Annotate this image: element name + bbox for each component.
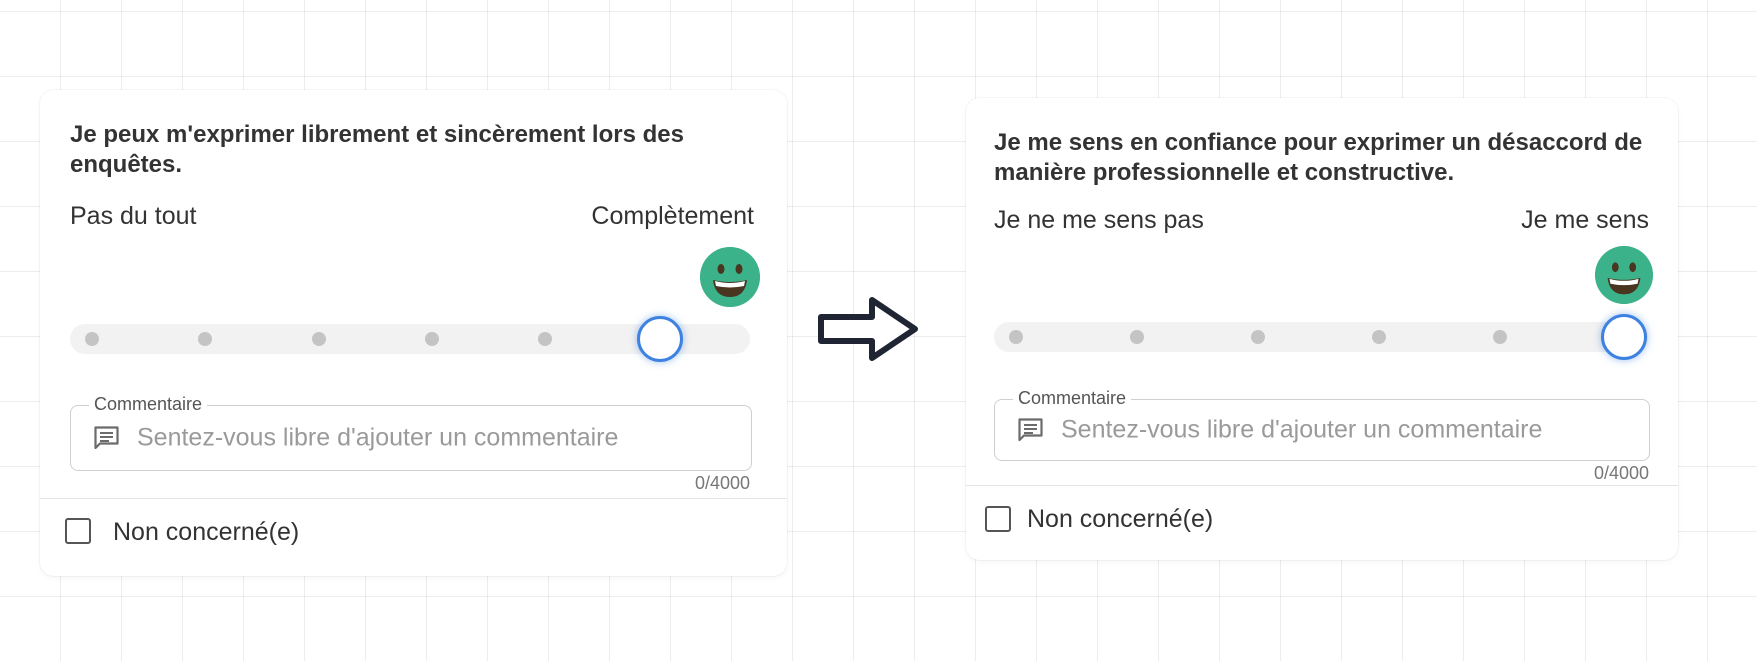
comment-field-label: Commentaire xyxy=(89,394,208,415)
comment-input[interactable] xyxy=(137,423,727,453)
arrow-right-icon xyxy=(818,297,918,361)
scale-step-3[interactable] xyxy=(1251,330,1265,344)
scale-step-5[interactable] xyxy=(1493,330,1507,344)
scale-step-1[interactable] xyxy=(85,332,99,346)
scale-max-label: Je me sens xyxy=(1521,206,1649,234)
comment-field-label: Commentaire xyxy=(1013,388,1132,409)
comment-input[interactable] xyxy=(1061,415,1651,445)
scale-step-4[interactable] xyxy=(1372,330,1386,344)
comment-icon xyxy=(1018,418,1043,442)
comment-field[interactable]: Commentaire xyxy=(994,388,1651,461)
comment-field[interactable]: Commentaire xyxy=(70,394,752,471)
slider-thumb[interactable] xyxy=(637,316,683,362)
not-concerned-label[interactable]: Non concerné(e) xyxy=(1027,505,1213,534)
rating-slider-track[interactable] xyxy=(70,316,750,362)
comment-icon xyxy=(94,426,119,450)
scale-min-label: Je ne me sens pas xyxy=(994,206,1204,234)
scale-min-label: Pas du tout xyxy=(70,202,197,230)
divider xyxy=(40,498,787,499)
survey-card-after: Je me sens en confiance pour exprimer un… xyxy=(966,98,1678,560)
scale-step-4[interactable] xyxy=(425,332,439,346)
survey-card-before: Je peux m'exprimer librement et sincèrem… xyxy=(40,90,787,576)
character-counter: 0/4000 xyxy=(1593,463,1649,483)
scale-step-5[interactable] xyxy=(538,332,552,346)
scale-step-3[interactable] xyxy=(312,332,326,346)
scale-step-1[interactable] xyxy=(1009,330,1023,344)
grinning-face-icon xyxy=(700,247,760,307)
question-text: Je peux m'exprimer librement et sincèrem… xyxy=(70,121,684,178)
question-text: Je me sens en confiance pour exprimer un… xyxy=(994,129,1643,186)
divider xyxy=(966,485,1678,486)
scale-step-2[interactable] xyxy=(1130,330,1144,344)
grinning-face-icon xyxy=(1595,246,1653,304)
rating-slider-track[interactable] xyxy=(994,314,1648,360)
not-concerned-checkbox[interactable] xyxy=(985,506,1011,532)
character-counter: 0/4000 xyxy=(694,473,750,493)
scale-step-2[interactable] xyxy=(198,332,212,346)
slider-thumb[interactable] xyxy=(1601,314,1647,360)
scale-max-label: Complètement xyxy=(591,202,754,230)
not-concerned-label[interactable]: Non concerné(e) xyxy=(113,518,299,547)
not-concerned-checkbox[interactable] xyxy=(65,518,91,544)
